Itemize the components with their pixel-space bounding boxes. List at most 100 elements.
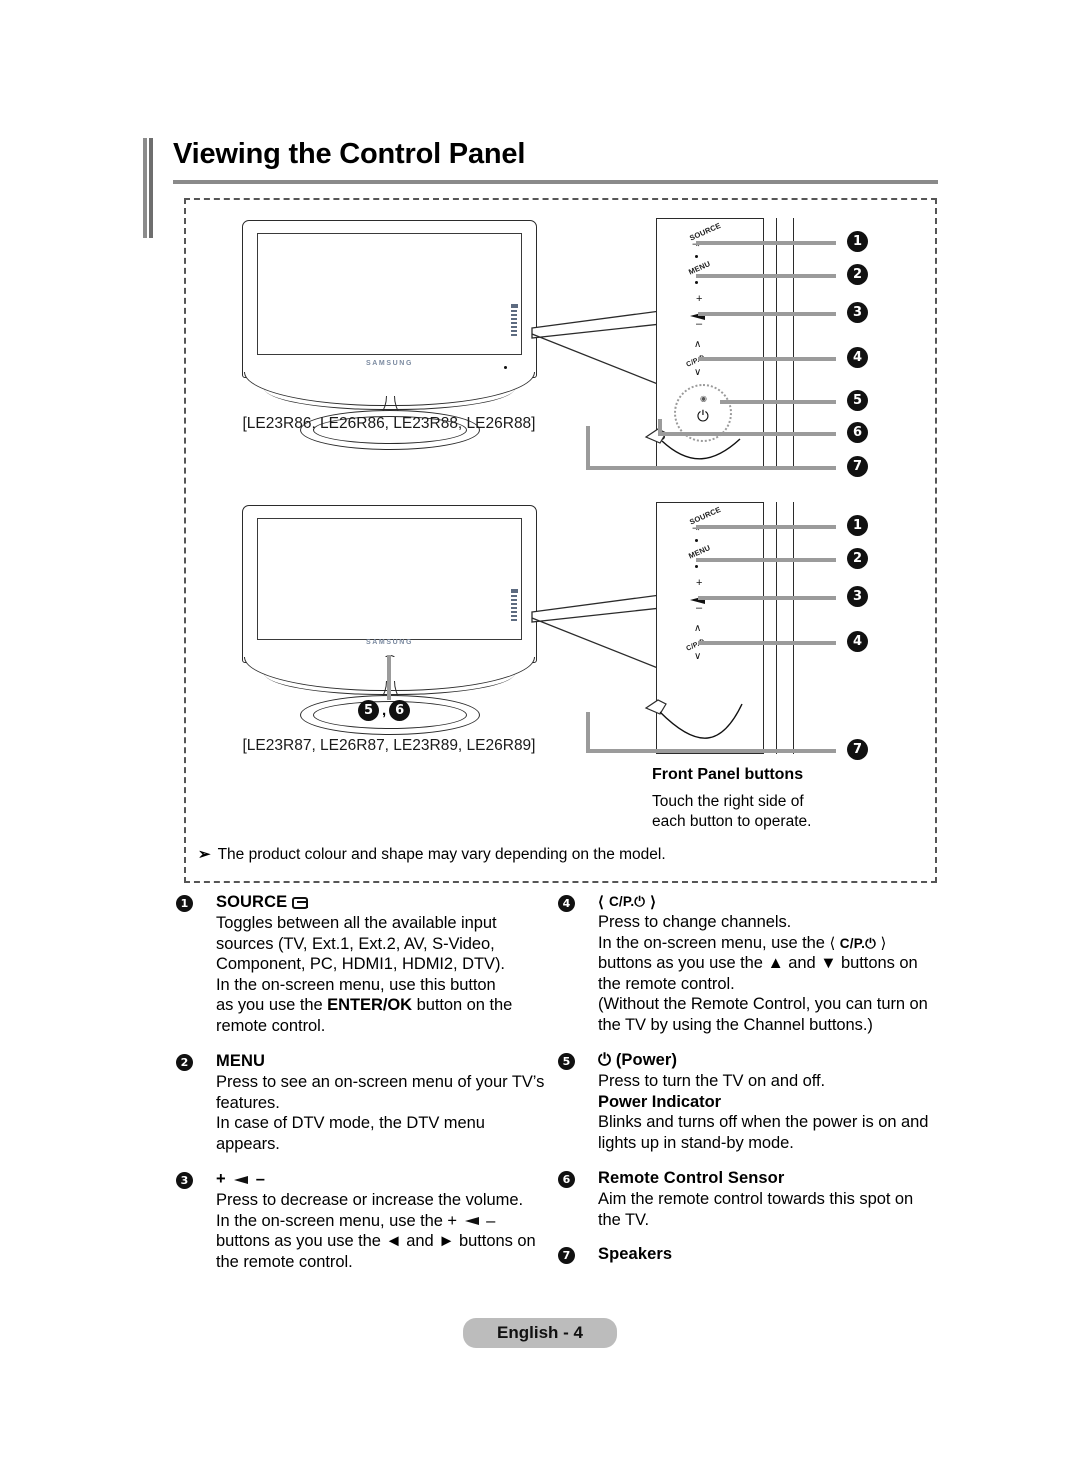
callout-leader-7b-v xyxy=(586,712,590,753)
callout-leader-3 xyxy=(698,312,836,316)
model-group-1-label: [LE23R86, LE26R86, LE23R88, LE26R88] xyxy=(242,415,536,432)
item-number-4: 4 xyxy=(558,895,575,912)
description-item-speakers: 7 Speakers xyxy=(558,1245,938,1264)
panel-chan-down-icon: ∨ xyxy=(694,651,702,662)
callout-badge-3b: 3 xyxy=(847,586,868,607)
item-line: In case of DTV mode, the DTV menu xyxy=(216,1114,485,1133)
item-heading-volume: + – xyxy=(216,1170,546,1189)
source-icon xyxy=(292,896,309,909)
pair-callout-leader xyxy=(387,655,391,700)
front-panel-drawing-2: SOURCE ⇥ MENU + – ∧ C/P.⏻ ∨ xyxy=(644,502,816,754)
item-line: the remote control. xyxy=(216,1252,353,1271)
item-line: Press to decrease or increase the volume… xyxy=(216,1191,524,1210)
channel-power-label: C/P.⏻ xyxy=(839,935,876,951)
pair-separator: , xyxy=(382,702,387,719)
samsung-logo: SAMSUNG xyxy=(366,639,413,646)
callout-badge-7b: 7 xyxy=(847,739,868,760)
item-line: In the on-screen menu, use this button xyxy=(216,975,496,994)
item-heading-power: ⏻ (Power) xyxy=(598,1051,678,1070)
callout-leader-1 xyxy=(696,241,836,245)
item-heading-menu: MENU xyxy=(216,1052,265,1071)
item-line-volume-inline: In the on-screen menu, use the + – xyxy=(216,1211,496,1230)
callout-badge-7: 7 xyxy=(847,456,868,477)
power-indicator-icon: ◉ xyxy=(700,394,707,403)
item-heading-remote-sensor: Remote Control Sensor xyxy=(598,1169,785,1188)
callout-leader-7 xyxy=(586,466,836,470)
title-divider xyxy=(173,180,938,184)
callout-leader-3b xyxy=(698,596,836,600)
power-led-dot xyxy=(504,366,507,369)
description-item-power: 5 ⏻ (Power) Press to turn the TV on and … xyxy=(558,1051,938,1153)
callout-badge-2b: 2 xyxy=(847,548,868,569)
item-line-channel-inline: In the on-screen menu, use the ⟨ C/P.⏻ ⟩ xyxy=(598,933,887,952)
item-line: remote control. xyxy=(216,1016,326,1035)
chevron-right-icon: ⟩ xyxy=(650,894,657,911)
volume-icon xyxy=(233,1175,248,1184)
item-line: (Without the Remote Control, you can tur… xyxy=(598,995,928,1014)
control-panel-diagram: SAMSUNG SOURCE ⇥ MENU xyxy=(184,198,937,883)
title-accent-bars xyxy=(143,138,157,238)
callout-leader-4 xyxy=(698,357,836,361)
item-heading-source: SOURCE xyxy=(216,893,546,912)
chevron-left-icon: ⟨ xyxy=(829,934,836,952)
item-number-7: 7 xyxy=(558,1246,575,1264)
callout-badge-3: 3 xyxy=(847,302,868,323)
panel-chan-up-icon: ∧ xyxy=(694,623,702,634)
callout-badge-4: 4 xyxy=(847,347,868,368)
tv-illustration-1: SAMSUNG xyxy=(242,220,537,450)
enter-ok-term: ENTER/OK xyxy=(327,996,413,1015)
item-line: Blinks and turns off when the power is o… xyxy=(598,1113,929,1132)
tv-side-controls xyxy=(510,589,518,641)
panel-chan-down-icon: ∨ xyxy=(694,367,702,378)
panel-label-plus: + xyxy=(696,293,703,305)
volume-icon xyxy=(464,1216,479,1225)
note-arrow-icon: ➢ xyxy=(198,846,211,863)
front-panel-caption-title: Front Panel buttons xyxy=(652,766,804,783)
tv-screen xyxy=(257,518,522,640)
item-line-enterok: as you use the ENTER/OK button on the xyxy=(216,996,513,1015)
front-panel-sub-line2: each button to operate. xyxy=(652,813,812,831)
item-heading-speakers: Speakers xyxy=(598,1244,673,1263)
page-title: Viewing the Control Panel xyxy=(173,138,526,170)
descriptions-left-column: 1 SOURCE Toggles between all the availab… xyxy=(176,893,546,1285)
chevron-left-icon: ⟨ xyxy=(598,894,604,911)
chevron-right-icon: ⟩ xyxy=(880,934,887,952)
samsung-logo: SAMSUNG xyxy=(366,360,413,367)
callout-badge-5: 5 xyxy=(847,390,868,411)
tv-side-controls xyxy=(510,304,518,356)
panel-label-plus: + xyxy=(696,577,703,589)
item-number-5: 5 xyxy=(558,1053,575,1071)
item-line: Aim the remote control towards this spot… xyxy=(598,1190,914,1209)
item-number-2: 2 xyxy=(176,1054,193,1072)
model-group-2-label: [LE23R87, LE26R87, LE23R89, LE26R89] xyxy=(242,737,536,754)
callout-badge-4b: 4 xyxy=(847,631,868,652)
page-footer-badge: English - 4 xyxy=(463,1318,617,1348)
item-line: sources (TV, Ext.1, Ext.2, AV, S-Video, xyxy=(216,934,495,953)
panel-chan-up-icon: ∧ xyxy=(694,339,702,350)
description-item-remote-sensor: 6 Remote Control Sensor Aim the remote c… xyxy=(558,1169,938,1230)
callout-badge-5b: 5 xyxy=(358,700,379,721)
item-line: the remote control. xyxy=(598,974,735,993)
channel-power-label: C/P.⏻ xyxy=(608,894,646,909)
front-panel-sub-line1: Touch the right side of xyxy=(652,793,804,810)
panel-label-minus: – xyxy=(696,318,703,330)
speaker-cable xyxy=(644,699,743,739)
item-heading-text: SOURCE xyxy=(216,893,288,911)
item-number-1: 1 xyxy=(176,895,193,912)
item-line: features. xyxy=(216,1093,280,1112)
callout-leader-6-v xyxy=(658,419,662,435)
callout-leader-7b xyxy=(586,749,836,753)
item-line: Component, PC, HDMI1, HDMI2, DTV). xyxy=(216,955,505,974)
minus-label: – xyxy=(255,1170,266,1189)
callout-leader-6 xyxy=(658,432,836,436)
description-item-channel: 4 ⟨ C/P.⏻ ⟩ Press to change channels. In… xyxy=(558,893,938,1035)
description-item-menu: 2 MENU Press to see an on-screen menu of… xyxy=(176,1052,546,1154)
item-line: Press to see an on-screen menu of your T… xyxy=(216,1073,545,1092)
item-line: buttons as you use the ◄ and ► buttons o… xyxy=(216,1232,536,1251)
tv-screen xyxy=(257,233,522,355)
item-subheading-power-indicator: Power Indicator xyxy=(598,1092,722,1111)
item-number-3: 3 xyxy=(176,1172,193,1190)
item-line: Press to change channels. xyxy=(598,913,792,931)
item-heading-channel: ⟨ C/P.⏻ ⟩ xyxy=(598,893,938,911)
plus-label: + xyxy=(216,1170,226,1189)
